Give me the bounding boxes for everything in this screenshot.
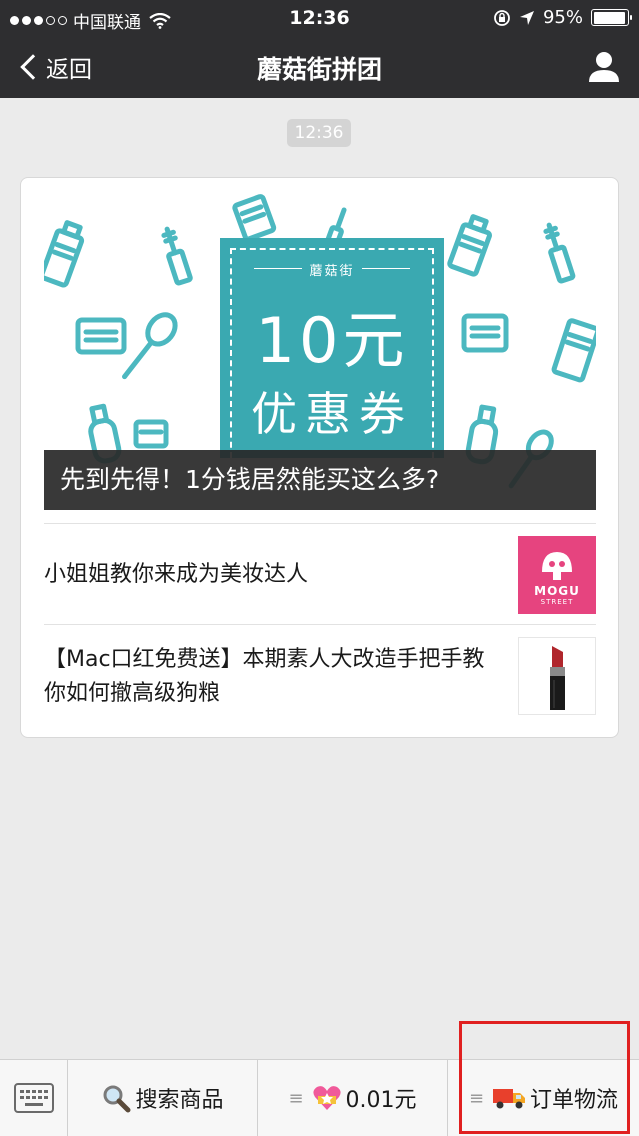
- menu-label: 搜索商品: [135, 1088, 224, 1113]
- page-title: 蘑菇街拼团: [256, 55, 382, 84]
- lipstick-icon: [550, 646, 565, 710]
- location-arrow-icon: [519, 10, 534, 25]
- lipstick-thumbnail: [518, 637, 596, 715]
- coupon-brand: 蘑菇街: [309, 264, 355, 279]
- menu-label: 0.01元: [345, 1088, 417, 1113]
- delivery-truck-icon: [493, 1089, 526, 1109]
- article-title: 【Mac口红免费送】本期素人大改造手把手教你如何撤高级狗粮: [44, 647, 485, 706]
- nav-bar: 返回 蘑菇街拼团: [0, 36, 639, 98]
- hero-article[interactable]: 蘑菇街 10元 优惠券 先到先得！1分钱居然能买这么多?: [44, 192, 596, 510]
- coupon-kind: 优惠券: [251, 387, 413, 441]
- news-card: 蘑菇街 10元 优惠券 先到先得！1分钱居然能买这么多? 小姐姐教你来成为美妆达…: [20, 177, 619, 738]
- profile-icon[interactable]: [587, 50, 621, 84]
- bottom-menu-bar: 搜索商品 ≡ 0.01元 ≡ 订单物流: [0, 1059, 639, 1136]
- status-bar: 中国联通 12:36 95%: [0, 0, 639, 36]
- sparkling-heart-icon: [312, 1086, 341, 1110]
- keyboard-toggle-button[interactable]: [0, 1060, 68, 1136]
- article-title: 小姐姐教你来成为美妆达人: [44, 562, 309, 587]
- chat-timestamp: 12:36: [287, 119, 351, 147]
- rotation-lock-icon: [494, 9, 510, 26]
- article-divider: [44, 523, 596, 524]
- mogu-logo-thumbnail: MOGU STREET: [518, 536, 596, 614]
- battery-percent: 95%: [542, 7, 583, 28]
- thumb-sub: STREET: [540, 598, 574, 606]
- menu-order-logistics[interactable]: ≡ 订单物流: [448, 1060, 639, 1136]
- status-right-group: 95%: [493, 7, 632, 28]
- magnifier-icon: [103, 1085, 131, 1113]
- keyboard-icon: [13, 1083, 54, 1113]
- coupon-graphic: 蘑菇街 10元 优惠券: [220, 238, 444, 458]
- hero-caption: 先到先得！1分钱居然能买这么多?: [44, 450, 596, 510]
- coupon-amount: 10元: [255, 304, 409, 377]
- menu-search-products[interactable]: 搜索商品: [68, 1060, 258, 1136]
- article-divider: [44, 624, 596, 625]
- thumb-brand: MOGU: [534, 584, 580, 598]
- menu-deal-price[interactable]: ≡ 0.01元: [258, 1060, 448, 1136]
- article-item[interactable]: 【Mac口红免费送】本期素人大改造手把手教你如何撤高级狗粮: [44, 637, 596, 717]
- battery-fill: [593, 11, 625, 24]
- submenu-indicator-icon: ≡: [468, 1087, 485, 1109]
- article-item[interactable]: 小姐姐教你来成为美妆达人 MOGU STREET: [44, 536, 596, 614]
- battery-icon: [591, 9, 632, 26]
- menu-label: 订单物流: [530, 1088, 619, 1113]
- submenu-indicator-icon: ≡: [288, 1087, 304, 1109]
